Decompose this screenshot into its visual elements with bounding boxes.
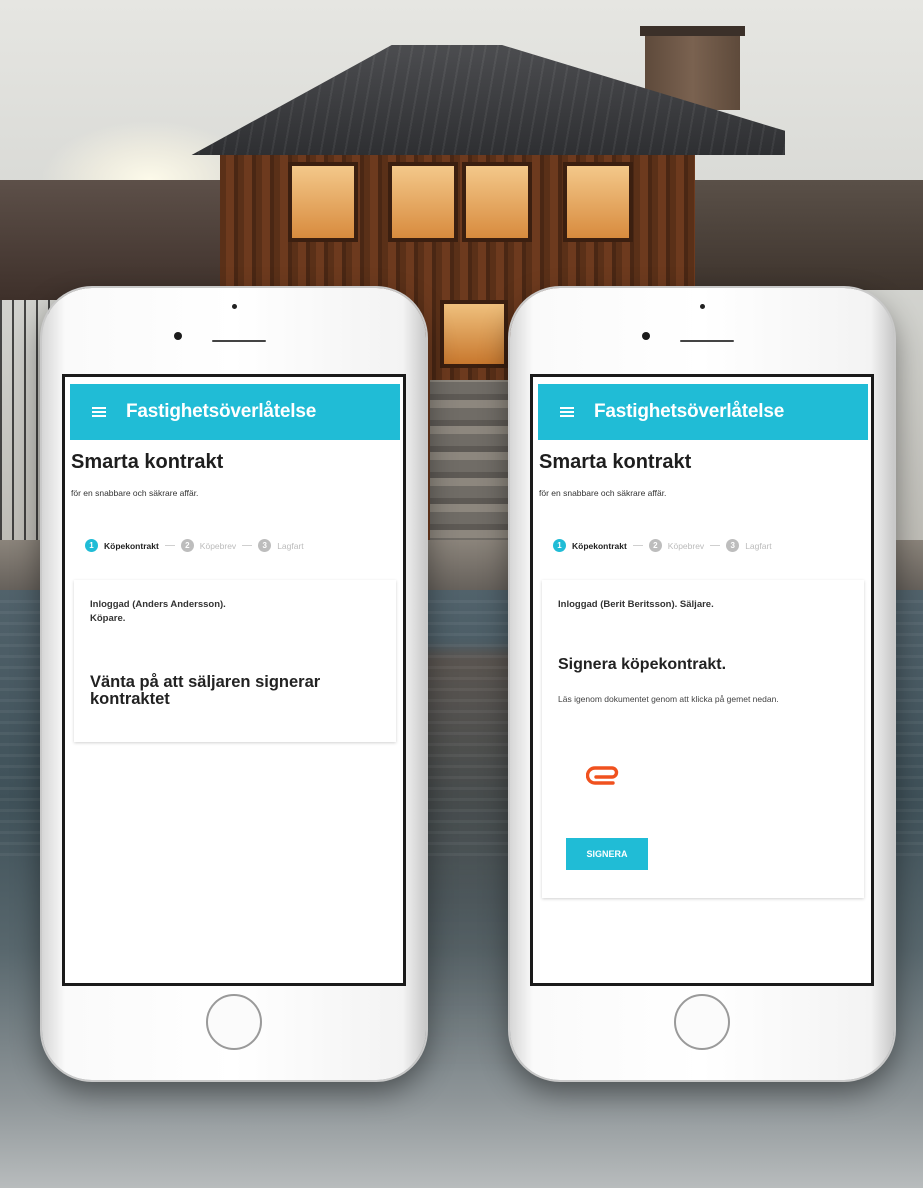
earpiece-speaker <box>212 340 266 342</box>
step-label: Köpekontrakt <box>104 540 159 551</box>
app-bar: Fastighetsöverlåtelse <box>538 384 868 440</box>
phone-screen: Fastighetsöverlåtelse Smarta kontrakt fö… <box>530 374 874 986</box>
logged-in-status: Inloggad (Anders Andersson). Köpare. <box>90 599 226 624</box>
step-connector <box>710 545 721 546</box>
step-lagfart[interactable]: 3 Lagfart <box>726 539 772 552</box>
house-window-lower <box>440 300 508 368</box>
app-bar: Fastighetsöverlåtelse <box>70 384 400 440</box>
step-number: 3 <box>726 539 740 552</box>
phone-seller: Fastighetsöverlåtelse Smarta kontrakt fö… <box>510 288 894 1080</box>
stone-wall <box>430 380 520 550</box>
sign-description: Läs igenom dokumentet genom att klicka p… <box>558 694 779 704</box>
front-camera <box>174 332 182 340</box>
proximity-sensor <box>232 304 237 309</box>
hamburger-menu-icon[interactable] <box>92 407 106 417</box>
step-connector <box>632 545 643 546</box>
app-title: Fastighetsöverlåtelse <box>126 401 317 422</box>
step-number: 2 <box>180 539 194 552</box>
progress-stepper: 1 Köpekontrakt 2 Köpebrev 3 Lagfart <box>553 539 772 552</box>
phone-screen: Fastighetsöverlåtelse Smarta kontrakt fö… <box>62 374 406 986</box>
house-window <box>563 162 633 242</box>
paperclip-icon[interactable] <box>586 765 620 785</box>
step-kopekontrakt[interactable]: 1 Köpekontrakt <box>85 539 159 552</box>
sign-title: Signera köpekontrakt. <box>558 656 727 673</box>
house-window <box>288 162 358 242</box>
step-label: Lagfart <box>745 540 772 551</box>
step-number: 1 <box>85 539 98 552</box>
step-label: Lagfart <box>277 540 304 551</box>
house-wing-right <box>690 180 923 290</box>
status-card: Inloggad (Anders Andersson). Köpare. Vän… <box>74 580 396 742</box>
step-lagfart[interactable]: 3 Lagfart <box>258 539 304 552</box>
step-connector <box>164 545 175 546</box>
house-window <box>462 162 532 242</box>
sign-card: Inloggad (Berit Beritsson). Säljare. Sig… <box>542 580 864 898</box>
page-headline: Smarta kontrakt <box>539 451 692 473</box>
step-number: 1 <box>553 539 566 552</box>
wait-message: Vänta på att säljaren signerar kontrakte… <box>90 673 321 708</box>
step-label: Köpebrev <box>667 540 705 551</box>
step-kopebrev[interactable]: 2 Köpebrev <box>180 539 237 552</box>
earpiece-speaker <box>680 340 734 342</box>
step-label: Köpekontrakt <box>572 540 627 551</box>
step-kopebrev[interactable]: 2 Köpebrev <box>648 539 705 552</box>
chimney-cap <box>640 26 745 36</box>
page-subheadline: för en snabbare och säkrare affär. <box>539 488 667 498</box>
step-number: 2 <box>648 539 662 552</box>
sign-button[interactable]: SIGNERA <box>566 838 648 870</box>
step-kopekontrakt[interactable]: 1 Köpekontrakt <box>553 539 627 552</box>
step-number: 3 <box>258 539 272 552</box>
page-headline: Smarta kontrakt <box>71 451 224 473</box>
proximity-sensor <box>700 304 705 309</box>
phone-buyer: Fastighetsöverlåtelse Smarta kontrakt fö… <box>42 288 426 1080</box>
hamburger-menu-icon[interactable] <box>560 407 574 417</box>
home-button[interactable] <box>206 994 262 1050</box>
house-window <box>388 162 458 242</box>
logged-in-status: Inloggad (Berit Beritsson). Säljare. <box>558 599 714 610</box>
front-camera <box>642 332 650 340</box>
page-subheadline: för en snabbare och säkrare affär. <box>71 488 199 498</box>
home-button[interactable] <box>674 994 730 1050</box>
progress-stepper: 1 Köpekontrakt 2 Köpebrev 3 Lagfart <box>85 539 304 552</box>
step-label: Köpebrev <box>199 540 237 551</box>
step-connector <box>242 545 253 546</box>
app-title: Fastighetsöverlåtelse <box>594 401 785 422</box>
